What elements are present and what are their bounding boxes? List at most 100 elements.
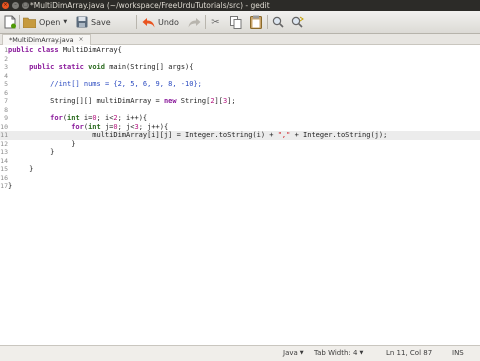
line-number: 17 <box>0 182 8 190</box>
open-button[interactable]: Open ▼ <box>23 14 67 30</box>
code-token: int <box>67 114 84 122</box>
toolbar-separator <box>205 15 206 29</box>
code-token: //int[] nums = {2, 5, 6, 9, 8, -10}; <box>50 80 202 88</box>
line-number: 6 <box>4 88 8 97</box>
line-number: 8 <box>4 105 8 114</box>
code-line[interactable]: 8 <box>0 106 480 115</box>
toolbar: Open ▼ Save Undo ✂ <box>0 11 480 34</box>
redo-icon <box>188 16 201 29</box>
code-token: ; j++){ <box>138 122 169 131</box>
undo-button[interactable]: Undo <box>142 14 179 30</box>
undo-icon <box>142 16 155 29</box>
code-line[interactable]: 13 } <box>0 148 480 157</box>
insert-mode-indicator: INS <box>452 349 464 357</box>
code-line[interactable]: 12 } <box>0 140 480 149</box>
paste-button[interactable] <box>249 14 262 30</box>
code-token: ; i< <box>96 114 114 122</box>
code-token: new <box>163 97 181 105</box>
code-editor[interactable]: 1 public class MultiDimArray{2 3 public st… <box>0 45 480 345</box>
code-line[interactable]: 14 <box>0 157 480 166</box>
clipboard-icon <box>249 15 262 29</box>
code-token: MultiDimArray{ <box>62 46 122 54</box>
line-code: } <box>8 148 54 157</box>
find-button[interactable] <box>271 14 284 30</box>
save-label: Save <box>91 17 111 27</box>
tab-width-selector[interactable]: Tab Width: 4 ▼ <box>314 346 363 361</box>
title-bar: × – □ *MultiDimArray.java (~/workspace/F… <box>0 0 480 11</box>
code-line[interactable]: 2 <box>0 55 480 64</box>
code-line[interactable]: 11 multiDimArray[i][j] = Integer.toStrin… <box>0 131 480 140</box>
line-number: 1 <box>4 46 8 54</box>
toolbar-separator <box>136 15 137 29</box>
tab-multidimarray[interactable]: *MultiDimArray.java × <box>2 34 91 45</box>
copy-button[interactable] <box>229 14 242 30</box>
undo-label: Undo <box>158 17 179 27</box>
new-document-button[interactable] <box>3 14 16 30</box>
close-icon[interactable]: × <box>79 35 84 45</box>
code-line[interactable]: 17} <box>0 182 480 191</box>
line-number: 15 <box>0 165 8 173</box>
line-number: 2 <box>4 54 8 63</box>
tab-width-label: Tab Width: 4 <box>314 349 358 357</box>
line-number: 3 <box>4 63 8 71</box>
close-window-button[interactable]: × <box>2 2 9 9</box>
code-line[interactable]: 7 String[][] multiDimArray = new String[… <box>0 97 480 106</box>
chevron-down-icon[interactable]: ▼ <box>63 19 67 25</box>
line-number: 10 <box>0 122 8 131</box>
tab-label: *MultiDimArray.java <box>9 36 74 44</box>
toolbar-separator <box>19 15 20 29</box>
code-token: } <box>8 139 76 148</box>
line-code: String[][] multiDimArray = new String[2]… <box>8 97 235 106</box>
maximize-window-button[interactable]: □ <box>22 2 29 9</box>
code-line[interactable]: 10 for(int j=0; j<3; j++){ <box>0 123 480 132</box>
minimize-window-button[interactable]: – <box>12 2 19 9</box>
code-token: void <box>88 63 110 71</box>
code-line[interactable]: 15 } <box>0 165 480 174</box>
code-line[interactable]: 3 public static void main(String[] args)… <box>0 63 480 72</box>
line-code: for(int j=0; j<3; j++){ <box>8 123 168 132</box>
line-code: public static void main(String[] args){ <box>8 63 193 72</box>
window-title: *MultiDimArray.java (~/workspace/FreeUrd… <box>30 1 270 10</box>
line-code: } <box>8 140 75 149</box>
code-token: } <box>8 165 34 173</box>
line-number: 5 <box>4 80 8 88</box>
code-token: static <box>58 63 89 71</box>
code-line[interactable]: 16 <box>0 174 480 183</box>
line-number: 13 <box>0 148 8 156</box>
line-number: 7 <box>4 97 8 105</box>
code-token: for <box>50 114 63 122</box>
code-line[interactable]: 5 //int[] nums = {2, 5, 6, 9, 8, -10}; <box>0 80 480 89</box>
line-number: 4 <box>4 71 8 80</box>
search-icon <box>271 16 284 29</box>
language-selector[interactable]: Java ▼ <box>283 346 304 361</box>
line-number: 12 <box>0 139 8 148</box>
line-code: public class MultiDimArray{ <box>8 46 122 55</box>
cursor-position: Ln 11, Col 87 <box>386 349 433 357</box>
chevron-down-icon: ▼ <box>359 350 364 356</box>
code-line[interactable]: 4 <box>0 72 480 81</box>
window-controls: × – □ <box>2 2 29 9</box>
scissors-icon: ✂ <box>211 16 220 28</box>
save-button[interactable]: Save <box>75 14 111 30</box>
copy-icon <box>229 15 242 29</box>
code-token: String[ <box>180 97 211 105</box>
redo-button[interactable] <box>188 14 201 30</box>
code-token: ; j< <box>117 122 135 131</box>
replace-button[interactable] <box>291 14 304 30</box>
code-line[interactable]: 9 for(int i=0; i<2; i++){ <box>0 114 480 123</box>
code-token: "," <box>277 131 291 139</box>
code-token: main(String[] args){ <box>109 63 194 71</box>
code-token: } <box>8 148 55 156</box>
new-document-icon <box>3 15 16 29</box>
code-token: public <box>8 46 38 54</box>
line-number: 14 <box>0 156 8 165</box>
cut-button[interactable]: ✂ <box>209 14 222 30</box>
folder-icon <box>23 16 36 29</box>
code-token: class <box>37 46 63 54</box>
line-code: for(int i=0; i<2; i++){ <box>8 114 147 123</box>
code-token: } <box>8 182 13 190</box>
code-line[interactable]: 6 <box>0 89 480 98</box>
code-line[interactable]: 1 public class MultiDimArray{ <box>0 46 480 55</box>
